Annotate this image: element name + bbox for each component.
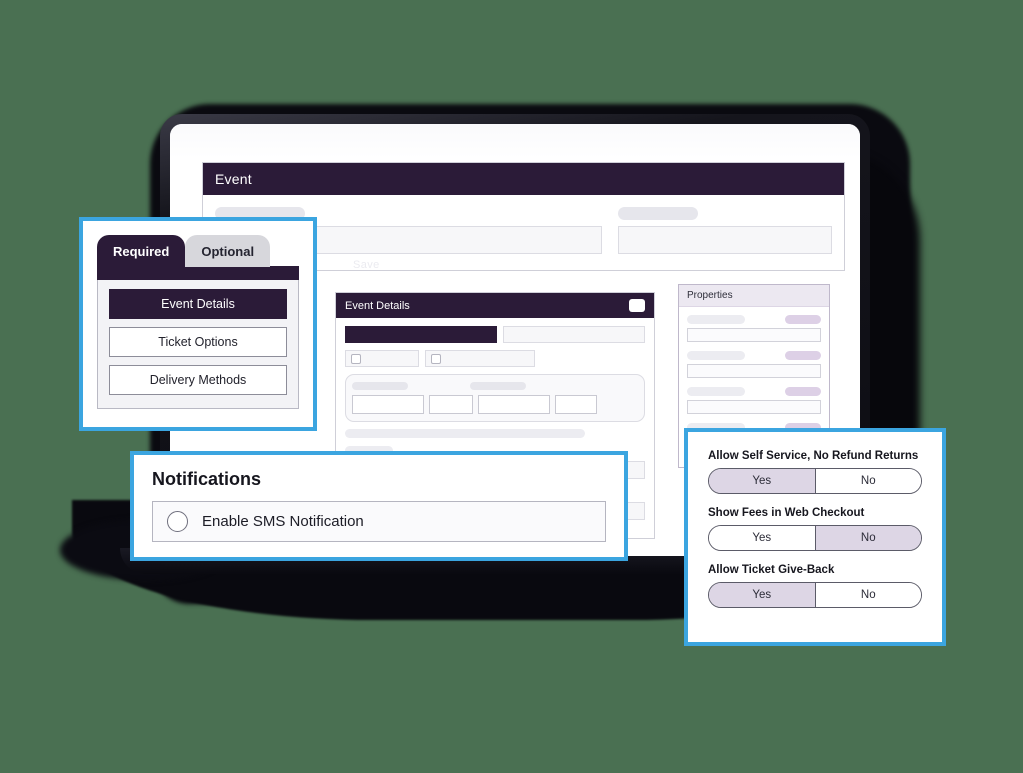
- toggle-label: Allow Ticket Give-Back: [708, 564, 835, 576]
- properties-title: Properties: [679, 285, 829, 307]
- property-badge: [785, 315, 821, 324]
- details-field[interactable]: [503, 326, 645, 343]
- settings-toggle-panel: Allow Self Service, No Refund Returns Ye…: [684, 428, 946, 646]
- tab-optional[interactable]: Optional: [185, 235, 271, 267]
- toggle-option-no[interactable]: No: [815, 583, 921, 607]
- property-row: [687, 387, 821, 414]
- notification-option-row[interactable]: Enable SMS Notification: [152, 501, 606, 542]
- property-row-header: [687, 351, 821, 360]
- tab-required[interactable]: Required: [97, 235, 186, 267]
- field-label-placeholder: [617, 207, 698, 220]
- toggle-group-self-service: Allow Self Service, No Refund Returns Ye…: [708, 450, 922, 494]
- property-row: [687, 351, 821, 378]
- fieldset-label-placeholder: [470, 382, 526, 390]
- toggle-group-give-back: Allow Ticket Give-Back Yes No: [708, 564, 922, 608]
- toggle-label: Show Fees in Web Checkout: [708, 507, 865, 519]
- details-checkbox-field[interactable]: [425, 350, 535, 367]
- toggle-option-no[interactable]: No: [815, 469, 921, 493]
- save-button-ghost[interactable]: Save: [353, 259, 380, 271]
- property-row-header: [687, 315, 821, 324]
- toggle-switch[interactable]: Yes No: [708, 582, 922, 608]
- details-checkbox-field[interactable]: [345, 350, 419, 367]
- event-input-secondary[interactable]: [617, 226, 833, 254]
- window-control-icon[interactable]: [629, 299, 645, 312]
- event-card-title: Event: [203, 163, 844, 195]
- toggle-option-yes[interactable]: Yes: [709, 469, 816, 493]
- navigation-list: Event Details Ticket Options Delivery Me…: [97, 280, 299, 409]
- details-row: [345, 350, 645, 367]
- fieldset-label-placeholder: [352, 382, 408, 390]
- details-fieldset: [345, 374, 645, 422]
- property-badge: [785, 351, 821, 360]
- toggle-option-yes[interactable]: Yes: [709, 583, 816, 607]
- fieldset-input[interactable]: [352, 395, 424, 414]
- fieldset-labels: [352, 382, 638, 390]
- notifications-panel: Notifications Enable SMS Notification: [130, 451, 628, 561]
- fieldset-input[interactable]: [478, 395, 550, 414]
- checkbox-icon[interactable]: [351, 353, 361, 364]
- event-details-title: Event Details: [345, 299, 410, 312]
- property-label-placeholder: [687, 351, 745, 360]
- nav-item-event-details[interactable]: Event Details: [109, 289, 287, 319]
- toggle-switch[interactable]: Yes No: [708, 525, 922, 551]
- toggle-switch[interactable]: Yes No: [708, 468, 922, 494]
- details-row: [345, 326, 645, 343]
- navigation-panel: Required Optional Event Details Ticket O…: [79, 217, 317, 431]
- property-input[interactable]: [687, 400, 821, 414]
- scene: Event Save Event Details Properties Requ…: [0, 0, 1023, 773]
- toggle-option-yes[interactable]: Yes: [709, 526, 816, 550]
- property-label-placeholder: [687, 315, 745, 324]
- fieldset-inputs: [352, 395, 638, 414]
- toggle-group-show-fees: Show Fees in Web Checkout Yes No: [708, 507, 922, 551]
- property-row-header: [687, 387, 821, 396]
- tab-bar: Required Optional: [97, 235, 299, 267]
- tab-bar-strip: [97, 266, 299, 280]
- radio-icon[interactable]: [167, 511, 188, 532]
- notification-option-label: Enable SMS Notification: [202, 513, 364, 530]
- fieldset-input[interactable]: [429, 395, 473, 414]
- property-label-placeholder: [687, 387, 745, 396]
- details-field-highlighted[interactable]: [345, 326, 497, 343]
- event-field-group-secondary: [617, 207, 833, 254]
- fieldset-input[interactable]: [555, 395, 597, 414]
- nav-item-delivery-methods[interactable]: Delivery Methods: [109, 365, 287, 395]
- details-text-placeholder: [345, 429, 585, 438]
- property-input[interactable]: [687, 364, 821, 378]
- property-row: [687, 315, 821, 342]
- property-badge: [785, 387, 821, 396]
- event-details-header: Event Details: [336, 293, 654, 318]
- nav-item-ticket-options[interactable]: Ticket Options: [109, 327, 287, 357]
- toggle-label: Allow Self Service, No Refund Returns: [708, 450, 919, 462]
- notifications-title: Notifications: [152, 469, 262, 489]
- toggle-option-no[interactable]: No: [815, 526, 921, 550]
- property-input[interactable]: [687, 328, 821, 342]
- checkbox-icon[interactable]: [431, 353, 441, 364]
